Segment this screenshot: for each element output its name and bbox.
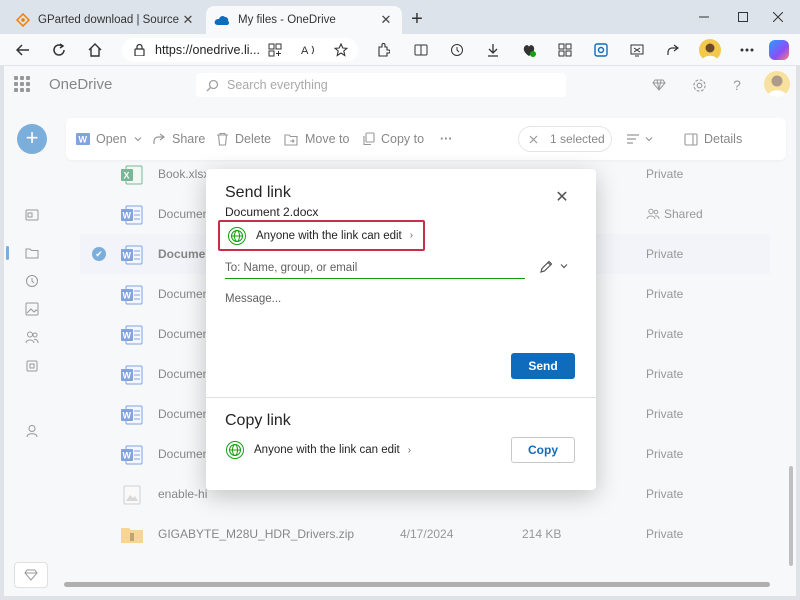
extensions-icon[interactable] — [372, 39, 394, 61]
close-window-icon[interactable] — [768, 8, 788, 26]
copilot-icon[interactable] — [769, 40, 789, 60]
address-bar[interactable]: https://onedrive.li... — [122, 38, 358, 62]
document-name: Document 2.docx — [225, 205, 319, 219]
dialog-title: Send link — [225, 184, 291, 201]
tab-title: GParted download | SourceForge — [38, 14, 180, 26]
link-permission-button[interactable]: Anyone with the link can edit › — [218, 220, 425, 251]
browser-tab-strip: GParted download | SourceForge ✕ My file… — [0, 0, 800, 34]
more-options-icon[interactable] — [736, 39, 758, 61]
copy-link-permission-button[interactable]: Anyone with the link can edit › — [226, 441, 411, 459]
svg-text:A: A — [301, 45, 309, 57]
browser-profile-avatar[interactable] — [699, 39, 721, 61]
app-available-icon[interactable] — [264, 39, 286, 61]
browser-toolbar: https://onedrive.li... A — [0, 34, 800, 66]
edge-extension-icon[interactable] — [590, 39, 612, 61]
chevron-down-icon[interactable] — [559, 261, 569, 271]
pen-edit-icon[interactable] — [538, 259, 554, 275]
close-icon[interactable]: ✕ — [554, 189, 570, 206]
refresh-icon[interactable] — [48, 39, 70, 61]
send-link-dialog: Send link Document 2.docx ✕ Anyone with … — [206, 169, 596, 490]
split-screen-icon[interactable] — [410, 39, 432, 61]
browser-tab-gparted[interactable]: GParted download | SourceForge ✕ — [8, 6, 204, 34]
chevron-right-icon: › — [409, 230, 414, 241]
home-icon[interactable] — [84, 39, 106, 61]
lock-icon — [134, 44, 145, 56]
url-text: https://onedrive.li... — [155, 43, 260, 57]
send-button[interactable]: Send — [511, 353, 575, 379]
recipients-input[interactable] — [225, 257, 525, 279]
new-tab-button[interactable]: + — [406, 9, 428, 31]
link-permission-label: Anyone with the link can edit — [256, 229, 402, 242]
close-tab-icon[interactable]: ✕ — [180, 12, 196, 28]
maximize-icon[interactable] — [733, 8, 753, 26]
minimize-icon[interactable] — [694, 8, 714, 26]
downloads-icon[interactable] — [482, 39, 504, 61]
collections-icon[interactable] — [554, 39, 576, 61]
copy-link-title: Copy link — [225, 412, 291, 429]
sourceforge-favicon — [16, 13, 30, 27]
close-tab-icon[interactable]: ✕ — [378, 12, 394, 28]
onedrive-favicon — [214, 15, 230, 25]
history-icon[interactable] — [446, 39, 468, 61]
back-icon[interactable] — [12, 39, 34, 61]
chevron-right-icon: › — [407, 444, 412, 456]
screenshot-icon[interactable] — [626, 39, 648, 61]
message-field[interactable] — [225, 293, 575, 345]
favorite-star-icon[interactable] — [330, 39, 352, 61]
read-aloud-icon[interactable]: A — [298, 39, 320, 61]
tab-title: My files - OneDrive — [238, 14, 336, 26]
browser-essentials-icon[interactable] — [518, 39, 540, 61]
share-page-icon[interactable] — [662, 39, 684, 61]
copy-link-permission-label: Anyone with the link can edit — [254, 444, 400, 456]
dialog-divider — [206, 397, 596, 398]
globe-icon — [226, 441, 244, 459]
globe-icon — [228, 226, 246, 245]
browser-tab-onedrive[interactable]: My files - OneDrive ✕ — [206, 6, 402, 34]
copy-button[interactable]: Copy — [511, 437, 575, 463]
